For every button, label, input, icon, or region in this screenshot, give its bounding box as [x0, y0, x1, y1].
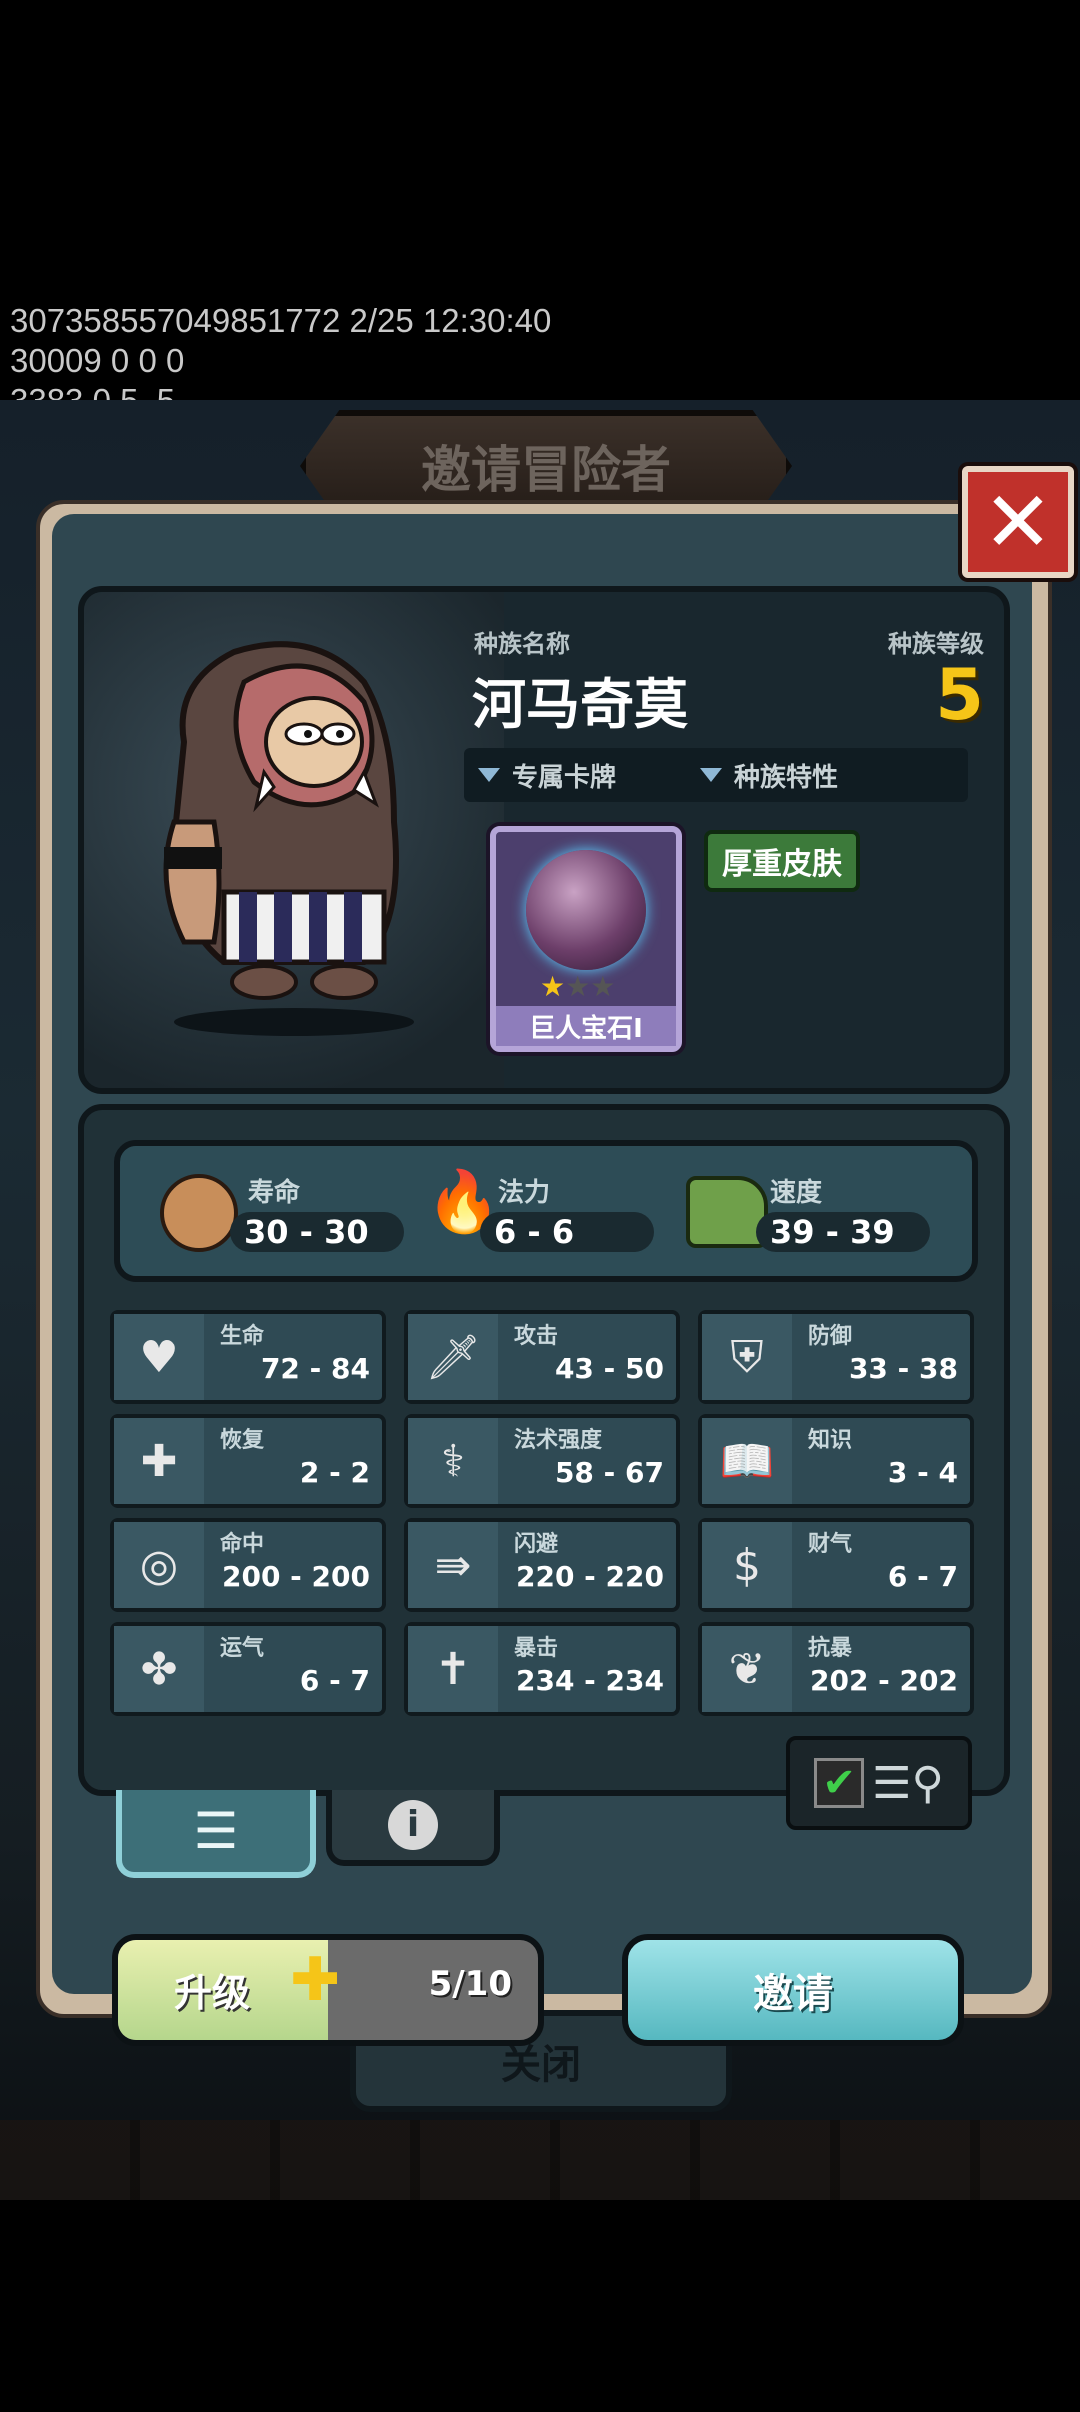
stat-value: 200 - 200: [221, 1560, 370, 1593]
tab-race-traits-label: 种族特性: [734, 762, 839, 793]
sword-icon: 🗡: [408, 1314, 498, 1400]
filter-search-button[interactable]: ✔ ☰⚲: [786, 1736, 972, 1830]
hippo-character-portrait: [163, 641, 414, 1036]
stat-label: 命中: [220, 1532, 265, 1557]
coin-icon: $: [702, 1522, 792, 1608]
hero-subtab-bar: 专属卡牌 种族特性: [464, 748, 968, 802]
stat-label: 攻击: [514, 1324, 559, 1349]
stat-label: 法术强度: [514, 1428, 603, 1453]
race-level-value: 5: [935, 654, 984, 736]
upgrade-label: 升级: [174, 1971, 251, 2015]
list-search-icon: ☰⚲: [872, 1757, 944, 1809]
stat-cell: 📖 知识 3 - 4: [698, 1414, 974, 1508]
crit-icon: ✝: [408, 1626, 498, 1712]
main-stat-label-1: 法力: [498, 1178, 551, 1208]
stat-label: 恢复: [220, 1428, 265, 1453]
stat-label: 抗暴: [808, 1636, 853, 1661]
stats-panel: 寿命 30 - 30 🔥 法力 6 - 6 速度 39 - 39 ♥ 生命 72 -…: [78, 1104, 1010, 1796]
card-star-rating: ★★★: [540, 970, 615, 1003]
tab-stats-list[interactable]: ☰: [116, 1790, 316, 1878]
puzzle-piece-icon: ✚: [290, 1945, 341, 2015]
card-name: 巨人宝石I: [496, 1006, 676, 1046]
stat-label: 闪避: [514, 1532, 559, 1557]
star-empty-icon: ★: [565, 970, 591, 1003]
star-empty-icon: ★: [590, 970, 616, 1003]
stat-label: 运气: [220, 1636, 265, 1661]
close-x-button[interactable]: ✕: [962, 466, 1074, 578]
stat-cell: ✚ 恢复 2 - 2: [110, 1414, 386, 1508]
background-floor: [0, 2120, 1080, 2200]
tab-info[interactable]: i: [326, 1790, 500, 1866]
stat-grid: ♥ 生命 72 - 84 🗡 攻击 43 - 50 ⛨ 防御 33 - 38 ✚ 恢复 2 - 2 ⚕ 法…: [110, 1310, 980, 1730]
main-stat-label-0: 寿命: [248, 1178, 301, 1208]
invite-button[interactable]: 邀请: [622, 1934, 964, 2046]
stat-cell: ⚕ 法术强度 58 - 67: [404, 1414, 680, 1508]
armor-icon: ⛨: [702, 1314, 792, 1400]
upgrade-progress-text: 5/10: [428, 1964, 512, 2004]
triangle-down-icon: [700, 768, 722, 782]
heart-plus-icon: ✚: [114, 1418, 204, 1504]
stat-label: 暴击: [514, 1636, 559, 1661]
stat-label: 知识: [808, 1428, 853, 1453]
dodge-arrows-icon: ⇛: [408, 1522, 498, 1608]
star-filled-icon: ★: [540, 970, 566, 1003]
stat-value: 33 - 38: [848, 1352, 958, 1385]
main-stats-bar: 寿命 30 - 30 🔥 法力 6 - 6 速度 39 - 39: [114, 1140, 978, 1282]
main-stat-label-2: 速度: [770, 1178, 823, 1208]
stat-value: 234 - 234: [515, 1664, 664, 1697]
staff-icon: ⚕: [408, 1418, 498, 1504]
stat-cell: $ 财气 6 - 7: [698, 1518, 974, 1612]
stat-cell: ✤ 运气 6 - 7: [110, 1622, 386, 1716]
main-stat-value-2: 39 - 39: [756, 1212, 930, 1252]
shell-icon: ❦: [702, 1626, 792, 1712]
hero-info-panel: 种族名称 河马奇莫 种族等级 5 专属卡牌 种族特性 ★★★ 巨人宝石I 厚重皮…: [78, 586, 1010, 1094]
stat-cell: ⛨ 防御 33 - 38: [698, 1310, 974, 1404]
heart-icon: ♥: [114, 1314, 204, 1400]
race-name-label: 种族名称: [474, 630, 570, 658]
stat-value: 6 - 7: [299, 1664, 370, 1697]
stat-label: 防御: [808, 1324, 853, 1349]
stat-value: 6 - 7: [887, 1560, 958, 1593]
upgrade-button[interactable]: 升级 ✚ 5/10: [112, 1934, 544, 2046]
stat-value: 202 - 202: [809, 1664, 958, 1697]
main-stat-value-1: 6 - 6: [480, 1212, 654, 1252]
stat-cell: ❦ 抗暴 202 - 202: [698, 1622, 974, 1716]
race-name: 河马奇莫: [472, 673, 688, 736]
stat-cell: ◎ 命中 200 - 200: [110, 1518, 386, 1612]
stat-cell: ✝ 暴击 234 - 234: [404, 1622, 680, 1716]
checkbox-checked-icon: ✔: [814, 1758, 865, 1808]
stat-cell: ♥ 生命 72 - 84: [110, 1310, 386, 1404]
target-icon: ◎: [114, 1522, 204, 1608]
tab-exclusive-cards-label: 专属卡牌: [512, 762, 617, 793]
lifespan-icon: [160, 1174, 238, 1252]
debug-line-2: 30009 0 0 0: [10, 342, 185, 379]
stat-value: 58 - 67: [554, 1456, 664, 1489]
tab-race-traits[interactable]: 种族特性: [700, 748, 838, 802]
stat-label: 财气: [808, 1532, 853, 1557]
debug-line-1: 307358557049851772 2/25 12:30:40: [10, 302, 552, 339]
exclusive-card[interactable]: ★★★ 巨人宝石I: [490, 826, 682, 1052]
stat-value: 220 - 220: [515, 1560, 664, 1593]
tab-exclusive-cards[interactable]: 专属卡牌: [478, 748, 616, 802]
close-icon: ✕: [982, 473, 1054, 571]
stat-cell: 🗡 攻击 43 - 50: [404, 1310, 680, 1404]
stat-value: 43 - 50: [554, 1352, 664, 1385]
list-icon: ☰: [193, 1802, 239, 1860]
stat-cell: ⇛ 闪避 220 - 220: [404, 1518, 680, 1612]
stat-label: 生命: [220, 1324, 265, 1349]
book-icon: 📖: [702, 1418, 792, 1504]
gem-icon: [526, 850, 646, 970]
main-stat-value-0: 30 - 30: [230, 1212, 404, 1252]
trait-tag[interactable]: 厚重皮肤: [704, 830, 860, 892]
triangle-down-icon: [478, 768, 500, 782]
clover-icon: ✤: [114, 1626, 204, 1712]
stat-value: 2 - 2: [299, 1456, 370, 1489]
stat-value: 72 - 84: [260, 1352, 370, 1385]
stat-value: 3 - 4: [887, 1456, 958, 1489]
info-icon: i: [388, 1800, 438, 1850]
